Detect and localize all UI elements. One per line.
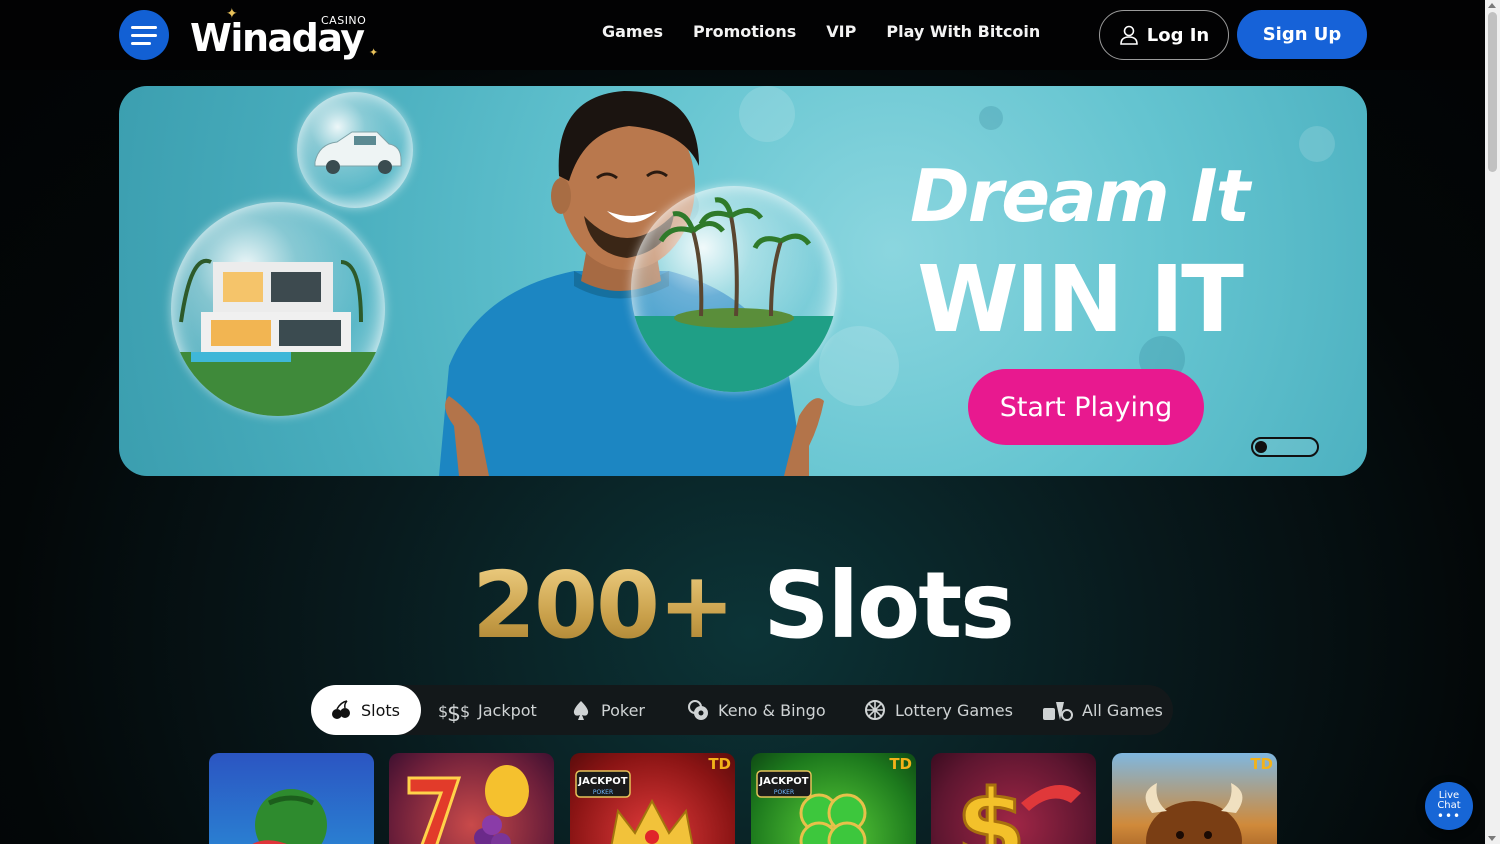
tab-keno-bingo[interactable]: Keno & Bingo: [686, 685, 826, 735]
jackpot-text: JACKPOT: [577, 776, 627, 787]
game-tile-buffalo[interactable]: TD: [1112, 753, 1277, 844]
watermelon-icon: [252, 789, 327, 844]
bokeh-decoration: [1299, 126, 1335, 162]
tab-all-games[interactable]: All Games: [1042, 685, 1163, 735]
poker-text: POKER: [774, 789, 794, 796]
game-tile-watermelon[interactable]: [209, 753, 374, 844]
signup-label: Sign Up: [1262, 24, 1342, 45]
page-scrollbar[interactable]: [1485, 0, 1500, 844]
game-tile-jackpot-poker-clover[interactable]: JACKPOT POKER TD: [751, 753, 916, 844]
tab-slots[interactable]: Slots: [311, 685, 421, 735]
palm-island-icon: [631, 197, 837, 392]
tab-label: Poker: [601, 700, 645, 720]
lottery-wheel-icon: [863, 698, 887, 722]
tab-jackpot[interactable]: $ $ $ Jackpot: [438, 685, 537, 735]
car-bubble-image: [297, 92, 413, 208]
logo[interactable]: Winaday CASINO ✦ ✦: [190, 6, 390, 62]
jackpot-text: JACKPOT: [758, 776, 808, 787]
game-category-tabs: Slots $ $ $ Jackpot Poker Keno & Bingo Lot…: [311, 685, 1173, 735]
tab-lottery-games[interactable]: Lottery Games: [863, 685, 1013, 735]
td-badge: TD: [889, 755, 912, 773]
bokeh-decoration: [979, 106, 1003, 130]
car-icon: [314, 131, 402, 174]
start-playing-button[interactable]: Start Playing: [968, 369, 1204, 445]
sparkle-icon: ✦: [369, 46, 379, 59]
house-icon: [171, 258, 385, 416]
ellipsis-icon: •••: [1436, 809, 1462, 823]
nav-games[interactable]: Games: [602, 22, 663, 41]
scroll-up-arrow-icon[interactable]: [1488, 3, 1496, 8]
login-label: Log In: [1146, 24, 1210, 46]
bingo-balls-icon: [686, 698, 710, 722]
lucky-seven-fruits-icon: [407, 765, 529, 844]
svg-text:$: $: [447, 702, 461, 723]
main-nav: Games Promotions VIP Play With Bitcoin: [602, 22, 1040, 41]
live-chat-button[interactable]: Live Chat •••: [1425, 782, 1473, 830]
tab-label: Slots: [361, 700, 400, 720]
dollar-sign-icon: $: [955, 767, 1081, 844]
tab-poker[interactable]: Poker: [569, 685, 645, 735]
logo-tag: CASINO: [321, 14, 367, 27]
site-header: Winaday CASINO ✦ ✦ Games Promotions VIP …: [0, 0, 1485, 70]
svg-text:$: $: [460, 702, 470, 721]
td-badge: TD: [1250, 755, 1273, 773]
nav-promotions[interactable]: Promotions: [693, 22, 796, 41]
menu-line-icon: [131, 41, 151, 45]
hamburger-menu-button[interactable]: [119, 10, 169, 60]
house-bubble-image: [171, 202, 385, 416]
game-tile-golden-dollar[interactable]: $: [931, 753, 1096, 844]
svg-text:$: $: [956, 768, 1026, 844]
start-playing-label: Start Playing: [999, 391, 1173, 423]
sparkle-icon: ✦: [226, 6, 238, 22]
login-button[interactable]: Log In: [1099, 10, 1229, 60]
island-bubble-image: [631, 186, 837, 392]
scroll-thumb[interactable]: [1488, 12, 1497, 172]
slots-section-title: 200+ Slots: [0, 552, 1485, 659]
poker-text: POKER: [593, 789, 613, 796]
tab-label: All Games: [1082, 700, 1163, 720]
dollar-signs-icon: $ $ $: [438, 698, 470, 723]
game-tile-jackpot-poker-crown[interactable]: JACKPOT POKER TD: [570, 753, 735, 844]
hero-banner[interactable]: Dream It WIN IT Start Playing: [119, 86, 1367, 476]
menu-line-icon: [131, 25, 157, 29]
menu-line-icon: [131, 33, 157, 37]
nav-vip[interactable]: VIP: [826, 22, 856, 41]
tab-label: Lottery Games: [895, 700, 1013, 720]
td-badge: TD: [708, 755, 731, 773]
nav-play-with-bitcoin[interactable]: Play With Bitcoin: [886, 22, 1040, 41]
game-tile-lucky-seven[interactable]: [389, 753, 554, 844]
scroll-down-arrow-icon[interactable]: [1488, 836, 1496, 841]
hero-title-line2: WIN IT: [917, 246, 1244, 353]
slots-word: Slots: [763, 552, 1015, 659]
slots-count: 200+: [472, 552, 735, 659]
tab-label: Keno & Bingo: [718, 700, 826, 720]
all-games-icon: [1042, 698, 1074, 722]
carousel-dot-active[interactable]: [1255, 441, 1267, 453]
tab-label: Jackpot: [478, 700, 537, 720]
cherries-icon: [329, 698, 353, 722]
user-icon: [1119, 25, 1138, 45]
spade-icon: [569, 698, 593, 722]
carousel-indicator[interactable]: [1251, 437, 1319, 457]
signup-button[interactable]: Sign Up: [1237, 10, 1367, 59]
hero-title-line1: Dream It: [910, 154, 1250, 238]
